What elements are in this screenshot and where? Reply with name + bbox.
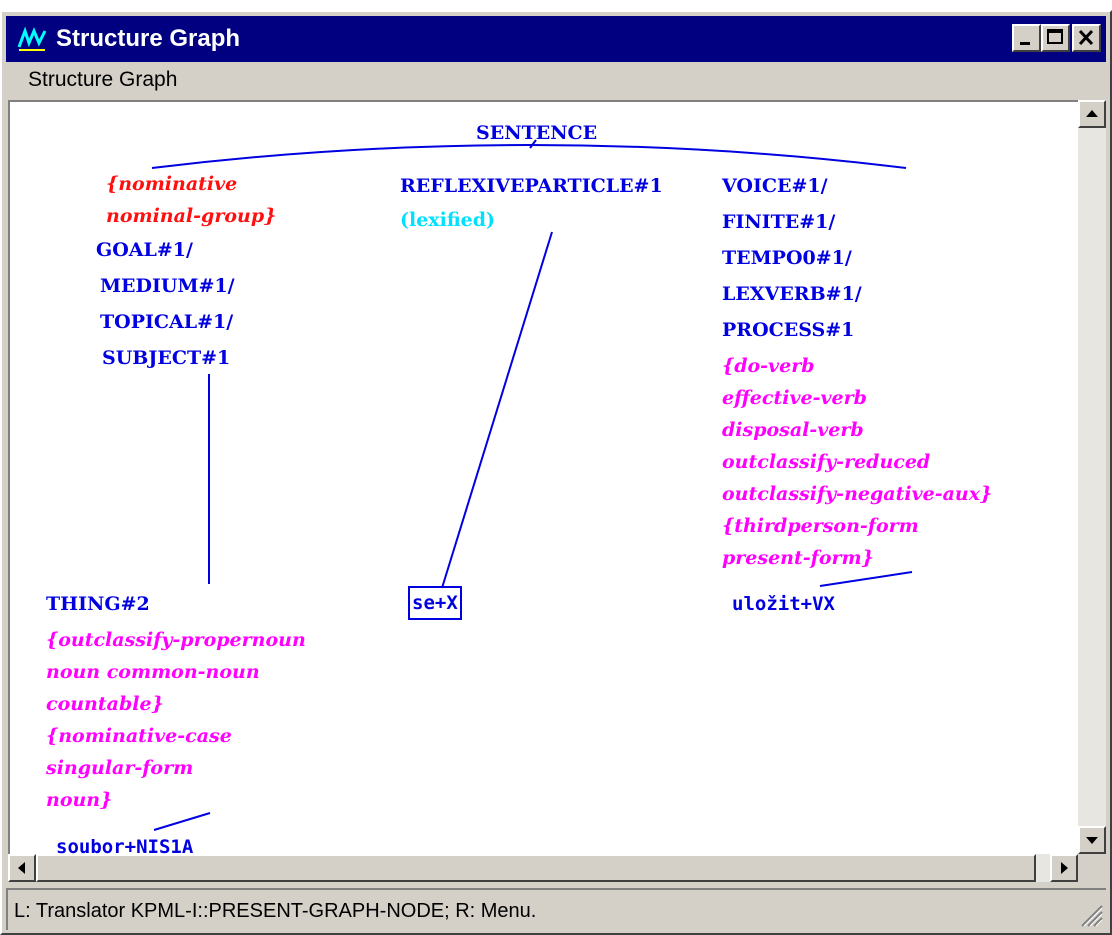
right-feature-line: present-form} <box>722 547 874 569</box>
thing-feature-line: singular-form <box>46 757 194 779</box>
function-topical[interactable]: TOPICAL#1/ <box>100 310 233 334</box>
function-tempo0[interactable]: TEMPO0#1/ <box>722 246 852 270</box>
scroll-left-icon <box>18 862 25 874</box>
function-voice[interactable]: VOICE#1/ <box>722 174 828 198</box>
leaf-se-selected[interactable]: se+X <box>408 586 462 620</box>
scroll-left-button[interactable] <box>8 854 36 882</box>
scroll-down-button[interactable] <box>1078 826 1106 854</box>
right-feature-line: outclassify-reduced <box>722 451 931 473</box>
scroll-up-button[interactable] <box>1078 100 1106 128</box>
minimize-icon <box>1020 42 1030 45</box>
close-button[interactable] <box>1072 24 1101 52</box>
function-medium[interactable]: MEDIUM#1/ <box>100 274 235 298</box>
app-icon <box>17 26 47 51</box>
thing-feature-line: {outclassify-propernoun <box>46 629 306 651</box>
scroll-up-icon <box>1086 110 1098 117</box>
right-feature-line: effective-verb <box>722 387 867 409</box>
leaf-soubor[interactable]: soubor+NIS1A <box>56 835 193 854</box>
function-finite[interactable]: FINITE#1/ <box>722 210 835 234</box>
lexified-note: (lexified) <box>400 209 496 231</box>
scroll-right-button[interactable] <box>1050 854 1078 882</box>
thing-feature-line: noun} <box>46 789 113 811</box>
thing-feature-line: noun common-noun <box>46 661 260 683</box>
scroll-right-icon <box>1061 862 1068 874</box>
function-lexverb[interactable]: LEXVERB#1/ <box>722 282 862 306</box>
resize-grip-icon[interactable] <box>1076 900 1104 928</box>
close-icon <box>1078 29 1094 46</box>
maximize-button[interactable] <box>1041 24 1070 52</box>
thing-feature-line: {nominative-case <box>46 725 232 747</box>
minimize-button[interactable] <box>1012 24 1041 52</box>
title-bar[interactable]: Structure Graph <box>6 16 1106 62</box>
root-branch-line <box>151 144 907 169</box>
thing-node[interactable]: THING#2 <box>46 592 150 616</box>
function-goal[interactable]: GOAL#1/ <box>96 238 193 262</box>
scroll-down-icon <box>1086 837 1098 844</box>
status-text: L: Translator KPML-I::PRESENT-GRAPH-NODE… <box>14 900 537 922</box>
maximize-icon <box>1047 29 1063 44</box>
right-feature-line: disposal-verb <box>722 419 864 441</box>
window-title: Structure Graph <box>56 25 241 52</box>
leaf-ulozit[interactable]: uložit+VX <box>732 592 835 616</box>
horizontal-scroll-thumb[interactable] <box>36 854 1036 882</box>
left-feature-line: nominal-group} <box>106 205 277 227</box>
menu-bar: Structure Graph <box>6 64 1106 98</box>
thing-leaf-edge <box>153 812 211 831</box>
thing-feature-line: countable} <box>46 693 164 715</box>
right-feature-line: {thirdperson-form <box>722 515 919 537</box>
menu-structure-graph[interactable]: Structure Graph <box>28 68 177 92</box>
graph-canvas[interactable]: SENTENCE {nominative nominal-group} GOAL… <box>8 100 1078 854</box>
scrollbar-corner <box>1078 854 1106 882</box>
right-feature-line: {do-verb <box>722 355 815 377</box>
horizontal-scrollbar[interactable] <box>8 854 1078 882</box>
status-bar: L: Translator KPML-I::PRESENT-GRAPH-NODE… <box>6 888 1106 930</box>
vertical-scrollbar[interactable] <box>1078 100 1106 854</box>
reflexive-leaf-edge <box>441 231 553 589</box>
right-feature-line: outclassify-negative-aux} <box>722 483 993 505</box>
left-feature-line: {nominative <box>106 173 238 195</box>
function-reflexiveparticle[interactable]: REFLEXIVEPARTICLE#1 <box>400 174 663 198</box>
process-leaf-edge <box>819 571 913 587</box>
structure-graph-window: Structure Graph Structure Graph SENTENCE… <box>0 10 1112 935</box>
root-node[interactable]: SENTENCE <box>476 121 597 145</box>
function-process[interactable]: PROCESS#1 <box>722 318 854 342</box>
function-subject[interactable]: SUBJECT#1 <box>102 346 230 370</box>
